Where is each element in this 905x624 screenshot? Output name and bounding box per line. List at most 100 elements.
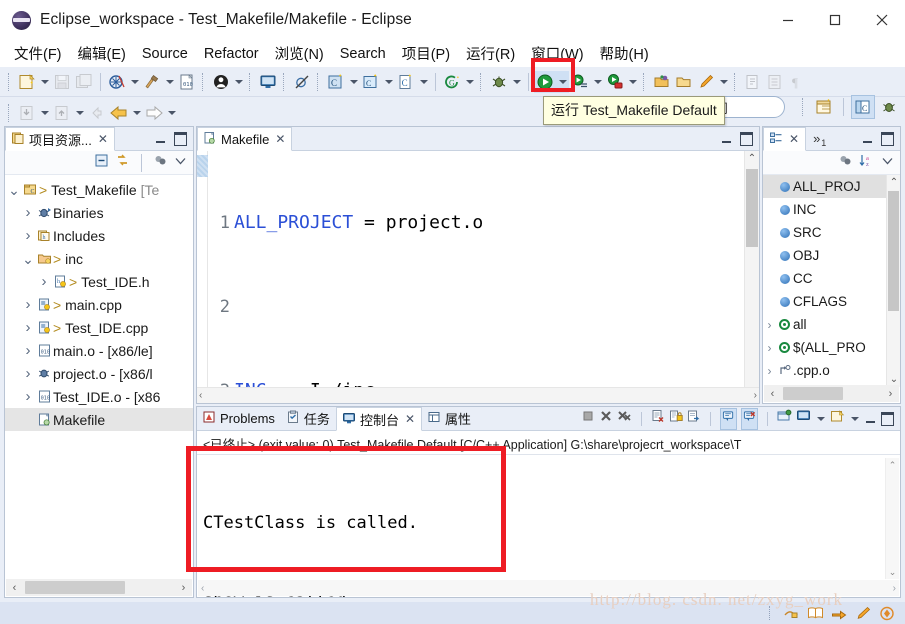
tree-item-test-ide-o[interactable]: 010 Test_IDE.o - [x86: [5, 385, 193, 408]
outline-hscrollbar[interactable]: ‹ ›: [764, 385, 899, 402]
menu-refactor[interactable]: Refactor: [196, 44, 267, 64]
toolbar-grip[interactable]: [317, 72, 321, 91]
tab-outline[interactable]: ✕: [763, 127, 807, 151]
pencil-icon[interactable]: [853, 604, 873, 622]
close-icon[interactable]: ✕: [98, 132, 108, 146]
vscroll-thumb[interactable]: [888, 191, 899, 311]
perspective-cpp[interactable]: C: [851, 95, 875, 119]
toolbar-grip[interactable]: [202, 72, 206, 91]
menu-edit[interactable]: 编辑(E): [70, 41, 134, 66]
close-icon[interactable]: ✕: [275, 132, 285, 146]
outline-vscrollbar[interactable]: ⌃ ⌄: [886, 175, 900, 387]
toolbar-grip[interactable]: [8, 72, 12, 91]
outline-item-cpp-o[interactable]: › .cpp.o: [763, 359, 886, 382]
hscroll-thumb[interactable]: [783, 387, 843, 400]
maximize-icon[interactable]: [881, 132, 894, 145]
display-console-dropdown-arrow[interactable]: [815, 412, 826, 426]
build-all-icon[interactable]: [106, 71, 128, 93]
scroll-left-icon[interactable]: ‹: [6, 579, 23, 596]
scroll-left-icon[interactable]: ‹: [201, 583, 204, 594]
menu-project[interactable]: 项目(P): [394, 41, 458, 66]
perspective-grip[interactable]: [802, 98, 806, 116]
run-icon[interactable]: [534, 70, 556, 93]
scroll-right-icon[interactable]: ›: [754, 390, 757, 401]
hide-fields-icon[interactable]: [838, 153, 853, 173]
save-all-icon[interactable]: [73, 71, 95, 93]
twisty-closed-icon[interactable]: [21, 342, 35, 359]
menu-file[interactable]: 文件(F): [6, 41, 70, 66]
vscroll-thumb[interactable]: [746, 169, 758, 247]
step-return-icon[interactable]: [51, 102, 73, 124]
hammer-build-icon[interactable]: [141, 71, 163, 93]
step-into-dropdown-arrow[interactable]: [38, 102, 51, 124]
new-class-icon[interactable]: C: [395, 71, 417, 93]
code-area[interactable]: 1ALL_PROJECT = project.o 2 3INC = -I./in…: [197, 151, 759, 403]
forward-dropdown-arrow[interactable]: [165, 102, 178, 124]
menu-navigate[interactable]: 浏览(N): [267, 41, 332, 66]
scroll-right-icon[interactable]: ›: [175, 579, 192, 596]
tab-console[interactable]: 控制台 ✕: [335, 407, 423, 431]
tree-item-includes[interactable]: h Includes: [5, 224, 193, 247]
tab-properties[interactable]: 属性: [422, 407, 477, 430]
remove-all-terminated-icon[interactable]: [617, 409, 632, 428]
editor-vscrollbar[interactable]: ⌃ ⌄: [744, 151, 759, 403]
twisty-closed-icon[interactable]: ›: [763, 364, 776, 378]
search-git-icon[interactable]: G: [441, 71, 463, 93]
tree-item-test-ide-h[interactable]: h > Test_IDE.h: [5, 270, 193, 293]
statusbar-grip[interactable]: [769, 606, 773, 620]
back-small-icon[interactable]: [86, 102, 108, 124]
step-return-dropdown-arrow[interactable]: [73, 102, 86, 124]
tree-item-main-cpp[interactable]: > main.cpp: [5, 293, 193, 316]
toolbar-grip[interactable]: [8, 103, 12, 122]
scroll-lock-icon[interactable]: [669, 409, 683, 428]
hammer-dropdown-arrow[interactable]: [163, 71, 176, 93]
alert-icon[interactable]: [877, 604, 897, 622]
clear-console-icon[interactable]: [651, 409, 665, 428]
scroll-left-icon[interactable]: ‹: [764, 385, 781, 402]
pilcrow-icon[interactable]: ¶: [786, 71, 808, 93]
close-icon[interactable]: ✕: [405, 412, 415, 426]
tree-item-test-ide-cpp[interactable]: > Test_IDE.cpp: [5, 316, 193, 339]
outline-item-cc[interactable]: CC: [763, 267, 886, 290]
view-menu-icon[interactable]: [174, 154, 187, 172]
user-profile-icon[interactable]: [210, 71, 232, 93]
word-wrap-icon[interactable]: [687, 409, 701, 428]
outline-item-obj[interactable]: OBJ: [763, 244, 886, 267]
scroll-up-icon[interactable]: ⌃: [745, 151, 759, 166]
new-c-project-dropdown-arrow[interactable]: [347, 71, 360, 93]
editor-hscrollbar[interactable]: ‹ ›: [197, 387, 759, 403]
hscroll-thumb[interactable]: [25, 581, 125, 594]
scroll-right-icon[interactable]: ›: [882, 385, 899, 402]
minimize-button[interactable]: [764, 0, 811, 40]
maximize-button[interactable]: [811, 0, 858, 40]
minimize-icon[interactable]: [154, 132, 167, 145]
menu-help[interactable]: 帮助(H): [592, 41, 657, 66]
skip-breakpoints-icon[interactable]: [291, 71, 313, 93]
pencil-edit-icon[interactable]: [695, 71, 717, 93]
tree-item-project-o[interactable]: project.o - [x86/l: [5, 362, 193, 385]
maximize-icon[interactable]: [174, 132, 187, 145]
twisty-closed-icon[interactable]: [37, 273, 51, 290]
tree-item-test-makefile[interactable]: C > Test_Makefile [Te: [5, 178, 193, 201]
console-hscrollbar[interactable]: ‹ ›: [198, 580, 899, 596]
tab-project-explorer[interactable]: 项目资源... ✕: [5, 127, 115, 151]
smart-insert-icon[interactable]: [781, 604, 801, 622]
console-screen-icon[interactable]: [257, 71, 279, 93]
twisty-closed-icon[interactable]: [21, 204, 35, 221]
scroll-up-icon[interactable]: ⌃: [887, 175, 900, 190]
close-button[interactable]: [858, 0, 905, 40]
show-whitespace-icon[interactable]: [764, 71, 786, 93]
view-menu-filters-icon[interactable]: [153, 153, 168, 173]
remove-launch-icon[interactable]: [599, 409, 613, 428]
twisty-closed-icon[interactable]: ›: [763, 318, 776, 332]
run-last-tool-dropdown-arrow[interactable]: [626, 71, 639, 93]
build-all-dropdown-arrow[interactable]: [128, 71, 141, 93]
menu-source[interactable]: Source: [134, 44, 196, 64]
link-with-editor-icon[interactable]: [115, 153, 130, 173]
cheat-sheet-icon[interactable]: [829, 604, 849, 622]
maximize-icon[interactable]: [881, 412, 894, 425]
tab-problems[interactable]: Problems: [197, 407, 281, 430]
next-annotation-icon[interactable]: [742, 71, 764, 93]
show-console-on-output-icon[interactable]: [720, 407, 737, 430]
console-vscrollbar[interactable]: ⌃ ⌄: [885, 458, 899, 579]
